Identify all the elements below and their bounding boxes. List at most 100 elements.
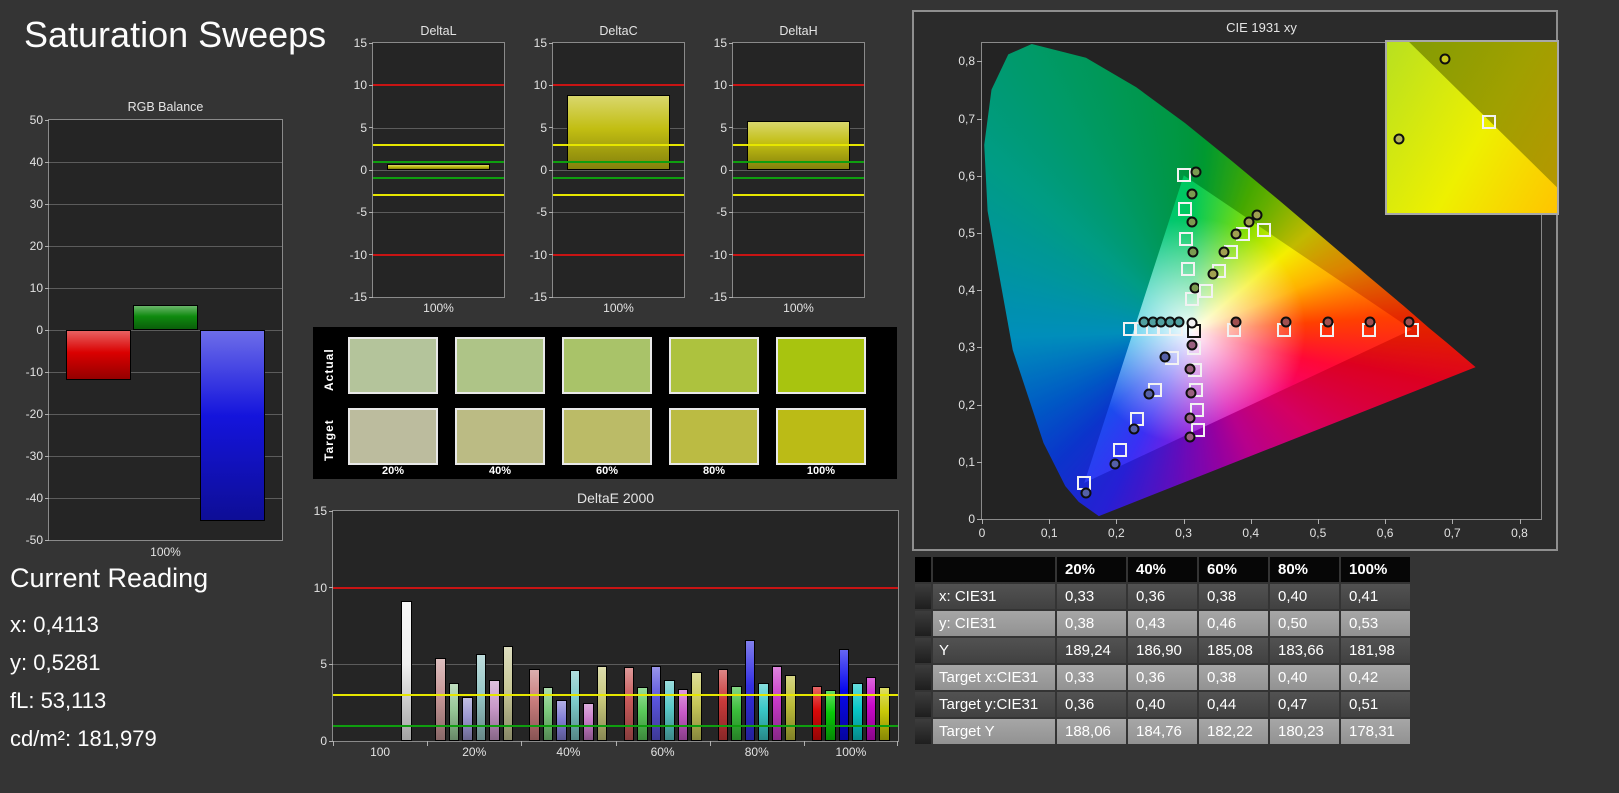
cie-x-tick-label: 0,3 [1175,526,1192,540]
cie-marker-green-targets [1181,261,1196,276]
y-tick-mark [45,203,49,205]
x-tick-mark [333,741,334,746]
cie-y-tick-mark [977,404,982,406]
bar-group3-3 [664,679,675,741]
cie-marker-red-measured [1403,316,1415,328]
x-tick-mark [709,741,711,746]
table-row-label: Target Y [933,719,1055,744]
bar-group2-4 [583,702,594,741]
y-tick-label: -5 [716,205,727,220]
y-tick-mark [369,169,373,171]
y-tick-label: -5 [536,205,547,220]
table-cell-20%-y: CIE31: 0,38 [1057,611,1126,636]
delta-l-title: DeltaL [420,24,457,38]
y-tick-mark [369,42,373,44]
table-row-icon-cell [915,638,931,663]
swatch-row-label-actual: Actual [322,348,336,391]
table-cell-80%-Target x:CIE31: 0,40 [1270,665,1339,690]
swatch-target-80% [669,408,759,465]
y-tick-mark [45,539,49,541]
grid-line [373,170,504,171]
cie-x-tick-label: 0,2 [1108,526,1125,540]
cie-y-tick-mark [977,118,982,120]
bar-group3-0 [623,667,635,741]
bar-group1-0 [435,658,446,741]
reference-line [333,694,898,696]
x-tick-mark [615,741,617,746]
cie-marker-magenta-measured [1185,387,1197,399]
y-tick-label: 0 [360,163,367,177]
cie-x-tick-label: 0,6 [1376,526,1394,540]
reference-line [733,253,864,256]
bar-group4-4 [771,665,783,741]
cie-marker-yellow-measured [1230,228,1242,239]
cie-marker-magenta-measured [1186,339,1198,351]
inset-measured-circle [1439,53,1451,65]
cie-marker-white-measured [1186,317,1198,329]
delta-c-plot: -15 -10 -5 0 5 10 15 [530,36,685,304]
y-tick-label: 15 [313,504,327,518]
current-reading-x: x: 0,4113 [10,612,99,637]
table-cell-60%-Target y:CIE31: 0,44 [1199,692,1268,717]
reference-line [553,253,684,256]
inset-target-square [1482,115,1496,130]
cie-y-tick-label: 0,1 [958,454,975,469]
table-cell-100%-Y: 181,98 [1341,638,1410,663]
y-tick-mark [329,663,333,665]
table-cell-100%-Target Y: 178,31 [1341,719,1410,744]
cie-marker-magenta-measured [1184,412,1196,424]
y-tick-label: 15 [713,36,727,50]
rgb-balance-title: RGB Balance [127,100,204,114]
cie-marker-green-measured [1187,246,1199,258]
saturation-sweeps-report: Saturation Sweeps RGB Balance -50 -40 -30-… [0,0,1619,793]
y-tick-label: -10 [349,247,367,262]
x-tick-mark [521,741,523,746]
reference-line [333,724,898,727]
table-row-label: Target x:CIE31 [933,665,1055,690]
grid-line [49,288,282,289]
y-tick-label: -15 [349,290,367,304]
delta-h-chart: DeltaH -15 -10 -5 0 5 10 15 100% [698,22,870,316]
bar-group3-4 [677,688,689,741]
cie-y-tick-label: 0,5 [958,225,975,240]
current-reading-cdm2: cd/m²: 181,979 [10,726,157,751]
cie-marker-red-measured [1280,316,1292,328]
reference-line [733,160,864,163]
cie-marker-blue-measured [1159,351,1171,363]
x-tick-mark [427,741,429,746]
y-tick-label: 50 [29,113,43,127]
y-tick-label: 15 [533,36,547,50]
cie-x-tick-label: 0 [978,526,986,540]
y-tick-mark [369,296,373,298]
bar-group5-1 [825,690,836,741]
bar-Green [132,304,199,330]
table-cell-40%-Y: 186,90 [1128,638,1197,663]
swatch-actual-80% [669,337,759,394]
swatch-actual-20% [348,337,438,394]
swatch-col-label-40%: 40% [488,465,512,477]
cie-inset-gamut-edge [1409,42,1557,188]
y-tick-mark [369,127,373,129]
table-row-icon-cell [915,665,931,690]
cie-marker-yellow-measured [1207,268,1219,280]
page-title: Saturation Sweeps [24,14,327,55]
table-cell-40%-Target Y: 184,76 [1128,719,1197,744]
reference-line [733,177,864,180]
rgb-x-axis-label: 100% [150,545,181,559]
reference-line [373,143,504,146]
reference-line [553,84,684,87]
reference-line [373,177,504,180]
cie-y-tick-label: 0 [968,512,975,526]
y-tick-mark [45,413,49,415]
table-cell-60%-x: CIE31: 0,38 [1199,584,1268,609]
cie-x-tick-mark [1519,519,1521,524]
cie-x-tick-label: 0,7 [1443,526,1461,540]
current-reading-y: y: 0,5281 [10,650,101,675]
delta-l-plot: -15 -10 -5 0 5 10 15 [350,36,505,304]
cie-y-tick-mark [977,519,982,520]
delta-e2000-chart: DeltaE 2000 0 5 10 15 100 20% 40% 60% 80% 100% [310,488,902,772]
reference-line [553,177,684,180]
bar-group1-4 [489,679,500,741]
cie-marker-green-targets [1184,292,1199,307]
cie-x-tick-mark [1250,519,1252,524]
